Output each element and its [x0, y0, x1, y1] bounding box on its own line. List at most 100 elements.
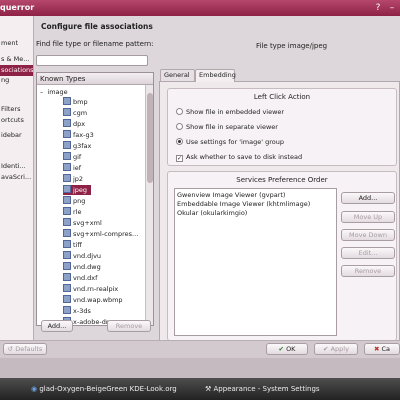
file-type-label: File type image/jpeg — [256, 42, 328, 50]
list-item[interactable]: dpx — [63, 119, 89, 129]
sidebar-item-browsing[interactable]: ng — [0, 75, 33, 86]
known-types-tree[interactable]: Known Types – image bmp cgm dpx fax-g3 g… — [36, 72, 154, 326]
apply-button[interactable]: ✔ Apply — [314, 343, 358, 355]
dialog-button-bar: ↺ Defaults ✔ OK ✔ Apply ✖ Ca — [0, 340, 400, 358]
task-appearance[interactable]: ⚒ Appearance - System Settings — [202, 380, 352, 398]
window-title: querror — [0, 3, 35, 12]
collapse-icon[interactable]: – — [40, 88, 43, 96]
desktop-strip — [0, 358, 400, 378]
defaults-button[interactable]: ↺ Defaults — [3, 343, 47, 355]
file-icon — [63, 251, 71, 259]
file-icon — [63, 240, 71, 248]
file-icon — [63, 218, 71, 226]
sidebar-item-fonts[interactable]: s & Me... — [0, 54, 33, 65]
cancel-button[interactable]: ✖ Ca — [364, 343, 400, 355]
reset-icon: ↺ — [7, 345, 14, 353]
radio-embedded-viewer[interactable]: Show file in embedded viewer — [176, 108, 284, 116]
tab-general[interactable]: General — [160, 69, 195, 81]
services-list[interactable]: Gwenview Image Viewer (gvpart) Embeddabl… — [174, 188, 337, 336]
list-item[interactable]: bmp — [63, 97, 92, 107]
file-icon — [63, 163, 71, 171]
file-icon — [63, 284, 71, 292]
list-item[interactable]: tiff — [63, 240, 86, 250]
service-remove-button[interactable]: Remove — [341, 265, 395, 277]
radio-separate-viewer[interactable]: Show file in separate viewer — [176, 123, 278, 131]
scrollbar-thumb[interactable] — [147, 93, 153, 183]
sidebar-item-document[interactable]: ment — [0, 38, 33, 49]
task-kde-look[interactable]: ◉ glad-Oxygen-BeigeGreen KDE-Look.org — [28, 380, 198, 398]
list-item[interactable]: png — [63, 196, 89, 206]
file-icon — [63, 97, 71, 105]
find-input[interactable] — [36, 55, 148, 66]
sidebar-item-sidebar[interactable]: idebar — [0, 130, 33, 141]
radio-selected-icon[interactable] — [176, 138, 183, 145]
list-item-selected[interactable]: jpeg — [63, 185, 92, 195]
sidebar-item-shortcuts[interactable]: ortcuts — [0, 115, 33, 126]
file-icon — [63, 130, 71, 138]
list-item[interactable]: ief — [63, 163, 85, 173]
service-add-button[interactable]: Add... — [341, 192, 395, 204]
list-item[interactable]: fax-g3 — [63, 130, 98, 140]
page-title: Configure file associations — [41, 22, 153, 31]
radio-icon[interactable] — [176, 123, 183, 130]
list-item[interactable]: gif — [63, 152, 85, 162]
radio-group-settings[interactable]: Use settings for 'image' group — [176, 138, 284, 146]
list-item[interactable]: rle — [63, 207, 85, 217]
file-icon — [63, 141, 71, 149]
group-title: Services Preference Order — [236, 176, 328, 184]
list-item[interactable]: vnd.dxf — [63, 273, 101, 283]
left-click-action-group: Left Click Action Show file in embedded … — [167, 88, 397, 166]
window-titlebar[interactable]: querror ? – — [0, 0, 400, 16]
wrench-icon: ⚒ — [205, 385, 212, 393]
file-icon — [63, 108, 71, 116]
edit-button[interactable]: Edit... — [341, 247, 395, 259]
list-item[interactable]: vnd.dwg — [63, 262, 105, 272]
list-item[interactable]: vnd.rn-realpix — [63, 284, 122, 294]
file-icon — [63, 207, 71, 215]
list-item[interactable]: x-3ds — [63, 306, 95, 316]
list-item[interactable]: Embeddable Image Viewer (khtmlimage) — [177, 200, 310, 208]
taskbar: ◉ glad-Oxygen-BeigeGreen KDE-Look.org ⚒ … — [0, 378, 400, 400]
file-icon — [63, 196, 71, 204]
tab-embedding[interactable]: Embedding — [195, 69, 236, 82]
ask-save-checkbox[interactable]: ✓ Ask whether to save to disk instead — [176, 153, 302, 162]
tree-header[interactable]: Known Types — [37, 73, 153, 85]
file-icon — [63, 185, 71, 193]
list-item[interactable]: cgm — [63, 108, 91, 118]
minimize-icon[interactable]: – — [386, 2, 398, 14]
move-down-button[interactable]: Move Down — [341, 229, 395, 241]
file-icon — [63, 174, 71, 182]
move-up-button[interactable]: Move Up — [341, 211, 395, 223]
find-label: Find file type or filename pattern: — [36, 40, 154, 48]
group-title: Left Click Action — [253, 93, 311, 101]
file-icon — [63, 273, 71, 281]
sidebar-item-javascript[interactable]: avaScri... — [0, 172, 33, 183]
list-item[interactable]: jp2 — [63, 174, 87, 184]
list-item[interactable]: Okular (okularkimgio) — [177, 209, 247, 217]
list-item[interactable]: vnd.djvu — [63, 251, 105, 261]
sidebar-item-identification[interactable]: Identi... — [0, 161, 33, 172]
file-associations-panel: Configure file associations Find file ty… — [34, 16, 400, 343]
browser-icon: ◉ — [31, 385, 38, 393]
list-item[interactable]: Gwenview Image Viewer (gvpart) — [177, 191, 285, 199]
settings-sidebar: ment s & Me... sociations ng Filters ort… — [0, 16, 34, 340]
list-item[interactable]: g3fax — [63, 141, 95, 151]
tree-scrollbar[interactable] — [145, 85, 153, 325]
file-icon — [63, 262, 71, 270]
tree-group-image[interactable]: – image — [40, 87, 72, 97]
remove-type-button[interactable]: Remove — [107, 320, 151, 332]
sidebar-item-filters[interactable]: Filters — [0, 104, 33, 115]
add-type-button[interactable]: Add... — [41, 320, 73, 332]
checkmark-icon[interactable]: ✓ — [176, 155, 183, 162]
file-icon — [63, 306, 71, 314]
list-item[interactable]: svg+xml-compres... — [63, 229, 142, 239]
file-icon — [63, 229, 71, 237]
help-icon[interactable]: ? — [372, 2, 384, 14]
radio-icon[interactable] — [176, 108, 183, 115]
checkmark-icon: ✔ — [323, 345, 329, 353]
list-item[interactable]: vnd.wap.wbmp — [63, 295, 127, 305]
cancel-icon: ✖ — [373, 345, 380, 353]
list-item[interactable]: svg+xml — [63, 218, 106, 228]
ok-button[interactable]: ✔ OK — [266, 343, 308, 355]
checkmark-icon: ✔ — [278, 345, 284, 353]
